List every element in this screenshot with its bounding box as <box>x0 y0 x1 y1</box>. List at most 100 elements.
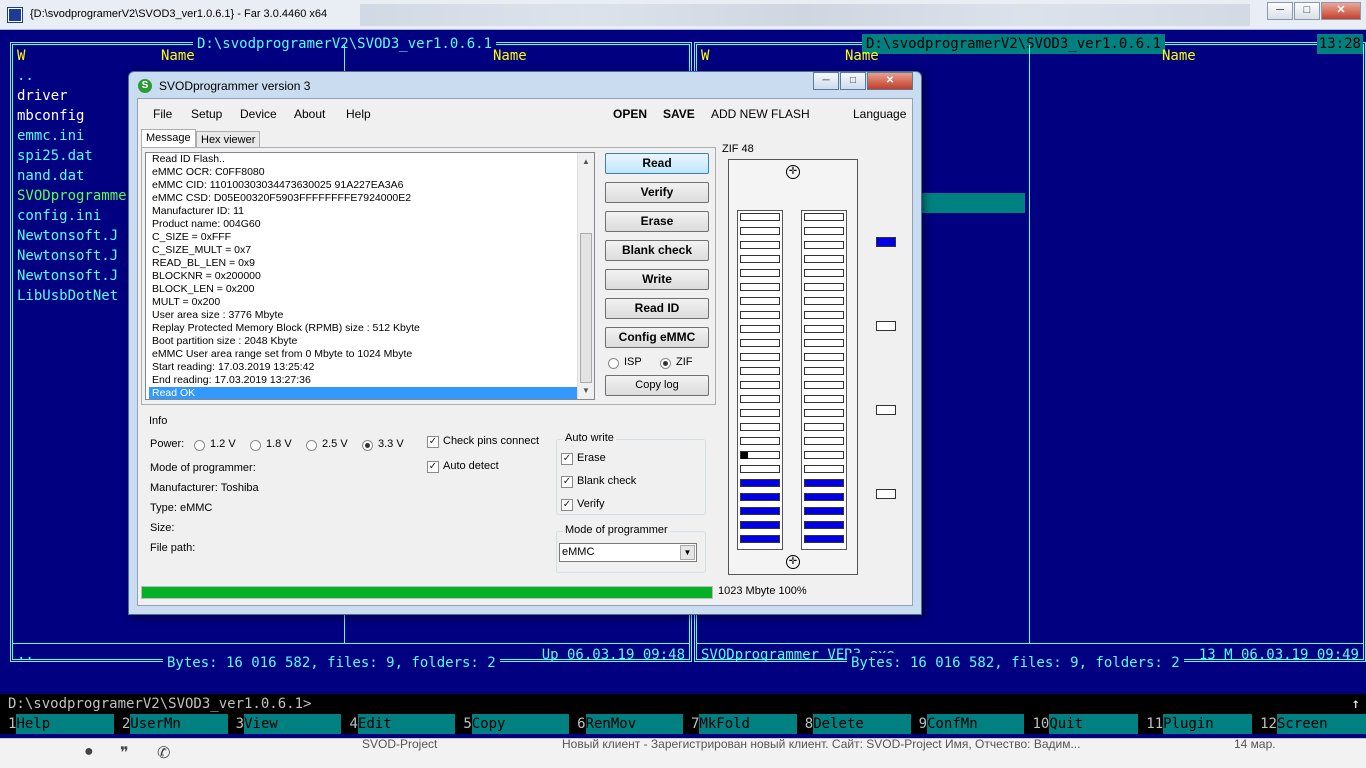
power-radio-12V[interactable] <box>194 440 205 451</box>
action-button-config-emmc[interactable]: Config eMMC <box>605 327 709 348</box>
log-line: Product name: 004G60 <box>152 218 261 230</box>
language-menu[interactable]: Language <box>853 107 906 121</box>
log-scrollbar[interactable]: ▲ ▼ <box>577 153 594 399</box>
action-button-blank-check[interactable]: Blank check <box>605 240 709 261</box>
tab-message[interactable]: Message <box>141 129 196 149</box>
menu-device[interactable]: Device <box>240 107 277 121</box>
copy-log-button[interactable]: Copy log <box>605 375 709 396</box>
indicator-led-2 <box>876 321 896 331</box>
power-radio-25V[interactable] <box>306 440 317 451</box>
clock: 13:28 <box>1316 34 1363 54</box>
auto-erase-checkbox[interactable]: ✓ <box>561 453 573 465</box>
svod-app-icon: S <box>138 79 152 93</box>
zif-pin <box>804 409 844 417</box>
indicator-led-3 <box>876 405 896 415</box>
fkey-label: Help <box>16 714 114 734</box>
zif-pin <box>804 241 844 249</box>
fkey-3[interactable]: 3 View <box>227 714 342 734</box>
fkey-9[interactable]: 9 ConfMn <box>910 714 1025 734</box>
right-cursor-row[interactable] <box>922 193 1025 213</box>
add-new-flash-button[interactable]: ADD NEW FLASH <box>711 107 810 121</box>
right-info-separator <box>697 643 1363 644</box>
action-button-read-id[interactable]: Read ID <box>605 298 709 319</box>
isp-radio[interactable] <box>608 358 619 369</box>
log-line: Manufacturer ID: 11 <box>152 205 245 217</box>
zif-pin <box>804 493 844 501</box>
action-button-read[interactable]: Read <box>605 153 709 174</box>
progress-bar <box>141 586 713 599</box>
fkey-10[interactable]: 10 Quit <box>1024 714 1139 734</box>
zif-pin <box>804 367 844 375</box>
fkey-2[interactable]: 2 UserMn <box>113 714 228 734</box>
menu-setup[interactable]: Setup <box>191 107 222 121</box>
action-button-erase[interactable]: Erase <box>605 211 709 232</box>
taskbar-background <box>360 4 1250 26</box>
zif-pin <box>804 353 844 361</box>
auto-blank-checkbox[interactable]: ✓ <box>561 476 573 488</box>
command-line[interactable]: D:\svodprogramerV2\SVOD3_ver1.0.6.1> ↑ <box>0 694 1366 714</box>
menu-about[interactable]: About <box>294 107 325 121</box>
fkey-label: ConfMn <box>927 714 1025 734</box>
fkey-11[interactable]: 11 Plugin <box>1138 714 1253 734</box>
socket-left-column <box>737 210 783 550</box>
fkey-number: 10 <box>1024 714 1050 734</box>
left-col-name: Name <box>161 48 195 64</box>
mode-select[interactable]: eMMC ▼ <box>559 543 697 562</box>
dialog-minimize-button[interactable]: ─ <box>813 72 839 90</box>
fkey-8[interactable]: 8 Delete <box>796 714 911 734</box>
fkey-4[interactable]: 4 Edit <box>341 714 456 734</box>
zif-pin <box>740 535 780 543</box>
fkey-label: View <box>244 714 342 734</box>
log-lines: Read ID Flash.. eMMC OCR: C0FF8080 eMMC CI… <box>146 153 594 399</box>
fkey-number: 12 <box>1252 714 1277 734</box>
zif-pin <box>804 297 844 305</box>
fkey-number: 5 <box>455 714 472 734</box>
scroll-up-arrow-icon[interactable]: ▲ <box>582 155 590 168</box>
fkey-number: 7 <box>682 714 700 734</box>
zif-pin <box>740 437 780 445</box>
zif-pin <box>740 381 780 389</box>
zif-pin <box>804 451 844 459</box>
fkey-12[interactable]: 12 Screen <box>1252 714 1366 734</box>
check-pins-checkbox[interactable]: ✓ <box>427 436 439 448</box>
save-button[interactable]: SAVE <box>663 107 695 121</box>
log-line: eMMC CID: 110100303034473630025 91A227EA… <box>152 179 404 191</box>
right-col-w: W <box>701 48 710 64</box>
auto-verify-checkbox[interactable]: ✓ <box>561 499 573 511</box>
log-line: C_SIZE = 0xFFF <box>152 231 232 243</box>
scroll-thumb[interactable] <box>580 233 592 383</box>
log-textbox[interactable]: Read ID Flash.. eMMC OCR: C0FF8080 eMMC CI… <box>145 152 595 400</box>
zif-pin <box>740 213 780 221</box>
zif-pin <box>804 283 844 291</box>
open-button[interactable]: OPEN <box>613 107 647 121</box>
maximize-button[interactable]: □ <box>1294 2 1320 20</box>
fkey-7[interactable]: 7 MkFold <box>682 714 797 734</box>
power-radio-33V[interactable] <box>362 440 373 451</box>
menu-file[interactable]: File <box>153 107 172 121</box>
action-button-verify[interactable]: Verify <box>605 182 709 203</box>
log-line: Boot partition size : 2048 Kbyte <box>152 335 298 347</box>
zif-pin <box>740 311 780 319</box>
zif-pin <box>804 465 844 473</box>
menu-help[interactable]: Help <box>346 107 371 121</box>
chevron-down-icon[interactable]: ▼ <box>680 545 695 560</box>
dialog-close-button[interactable]: ✕ <box>867 72 913 90</box>
fkey-5[interactable]: 5 Copy <box>455 714 570 734</box>
check-pins-label: Check pins connect <box>443 435 539 447</box>
close-button[interactable]: ✕ <box>1321 2 1361 20</box>
minimize-button[interactable]: ─ <box>1267 2 1293 20</box>
fkey-6[interactable]: 6 RenMov <box>569 714 683 734</box>
fkey-number: 2 <box>113 714 131 734</box>
auto-detect-checkbox[interactable]: ✓ <box>427 461 439 473</box>
zif-pin <box>740 493 780 501</box>
scroll-down-arrow-icon[interactable]: ▼ <box>582 384 590 397</box>
indicator-led-1 <box>876 237 896 247</box>
type-label: Type: eMMC <box>150 502 213 514</box>
dialog-maximize-button[interactable]: □ <box>840 72 866 90</box>
zif-radio[interactable] <box>660 358 671 369</box>
power-radio-18V[interactable] <box>250 440 261 451</box>
action-button-write[interactable]: Write <box>605 269 709 290</box>
fkey-1[interactable]: 1 Help <box>0 714 114 734</box>
log-line: Read ID Flash.. <box>152 153 225 165</box>
fkey-label: Delete <box>813 714 911 734</box>
